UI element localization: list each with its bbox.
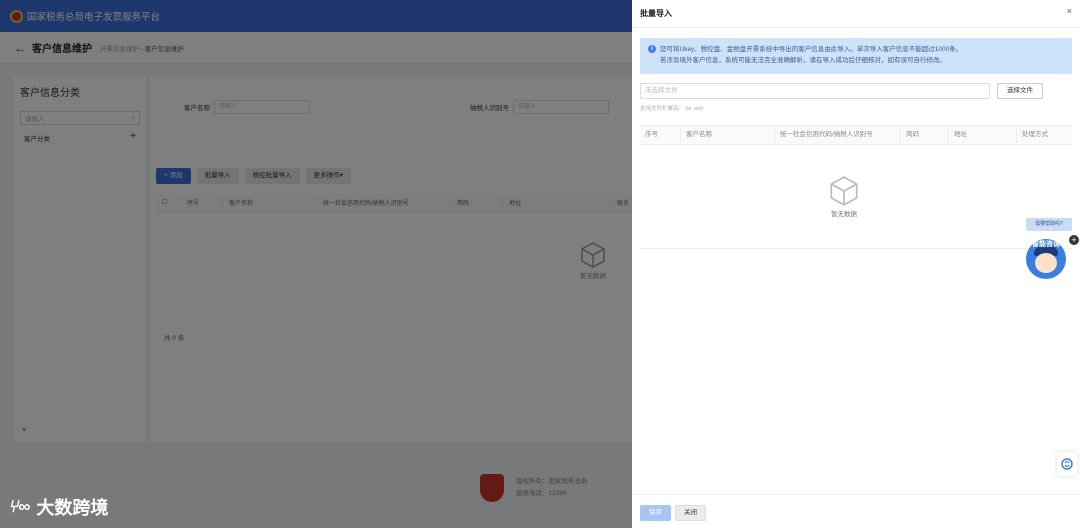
help-tooltip[interactable]: 需要帮助吗? xyxy=(1026,218,1072,231)
choose-file-button[interactable]: 选择文件 xyxy=(997,83,1043,99)
import-table-empty-state: 暂无数据 xyxy=(830,176,858,218)
column-header: 处理方式 xyxy=(1016,125,1072,145)
column-header: 序号 xyxy=(645,131,658,138)
assistant-avatar[interactable]: 智能咨询 xyxy=(1026,239,1066,279)
file-select-row: 未选择文件 选择文件 xyxy=(640,83,1043,99)
assistant-mini-icon xyxy=(1061,458,1073,470)
close-icon[interactable]: × xyxy=(1067,6,1072,16)
save-button[interactable]: 保存 xyxy=(640,505,671,521)
watermark-logo-icon: ⑂∞ xyxy=(8,497,31,516)
drawer-title: 批量导入 xyxy=(632,0,1080,28)
close-button[interactable]: 关闭 xyxy=(675,505,706,521)
assistant-face-icon xyxy=(1035,253,1057,273)
column-header: 客户名称 xyxy=(680,125,774,145)
column-header: 统一社会信用代码/纳税人识别号 xyxy=(774,125,900,145)
file-input[interactable]: 未选择文件 xyxy=(640,83,990,99)
import-notice: i 您可将Ukey、税控盘、金税盘开票系统中导出的客户信息由此导入。单次导入客户… xyxy=(640,38,1072,74)
notice-line-1: 您可将Ukey、税控盘、金税盘开票系统中导出的客户信息由此导入。单次导入客户信息… xyxy=(660,46,963,53)
watermark-text: 大数跨境 xyxy=(36,498,109,518)
drawer-footer: 保存 关闭 xyxy=(632,494,1080,528)
assistant-badge: 智能咨询 xyxy=(1032,241,1060,248)
info-icon: i xyxy=(648,45,656,53)
assistant-mini-button[interactable] xyxy=(1057,452,1077,476)
batch-import-drawer: 批量导入 × i 您可将Ukey、税控盘、金税盘开票系统中导出的客户信息由此导入… xyxy=(632,0,1080,528)
import-table-header: 序号 客户名称 统一社会信用代码/纳税人识别号 简码 地址 处理方式 xyxy=(640,125,1072,145)
column-header: 简码 xyxy=(900,125,948,145)
table-divider xyxy=(640,248,1072,249)
column-header: 地址 xyxy=(948,125,1016,145)
notice-line-2: 若涉及境外客户信息，系统可能无法完全准确解析，请在导入成功后仔细核对，如有误可自… xyxy=(660,57,946,64)
modal-overlay[interactable] xyxy=(0,0,632,528)
empty-text: 暂无数据 xyxy=(831,211,857,218)
empty-box-icon xyxy=(830,176,858,206)
file-extension-hint: 支持文件扩展名：.txt .xml xyxy=(640,106,703,112)
watermark: ⑂∞ 大数跨境 xyxy=(8,494,108,520)
assistant-plus-icon[interactable]: + xyxy=(1069,235,1079,245)
